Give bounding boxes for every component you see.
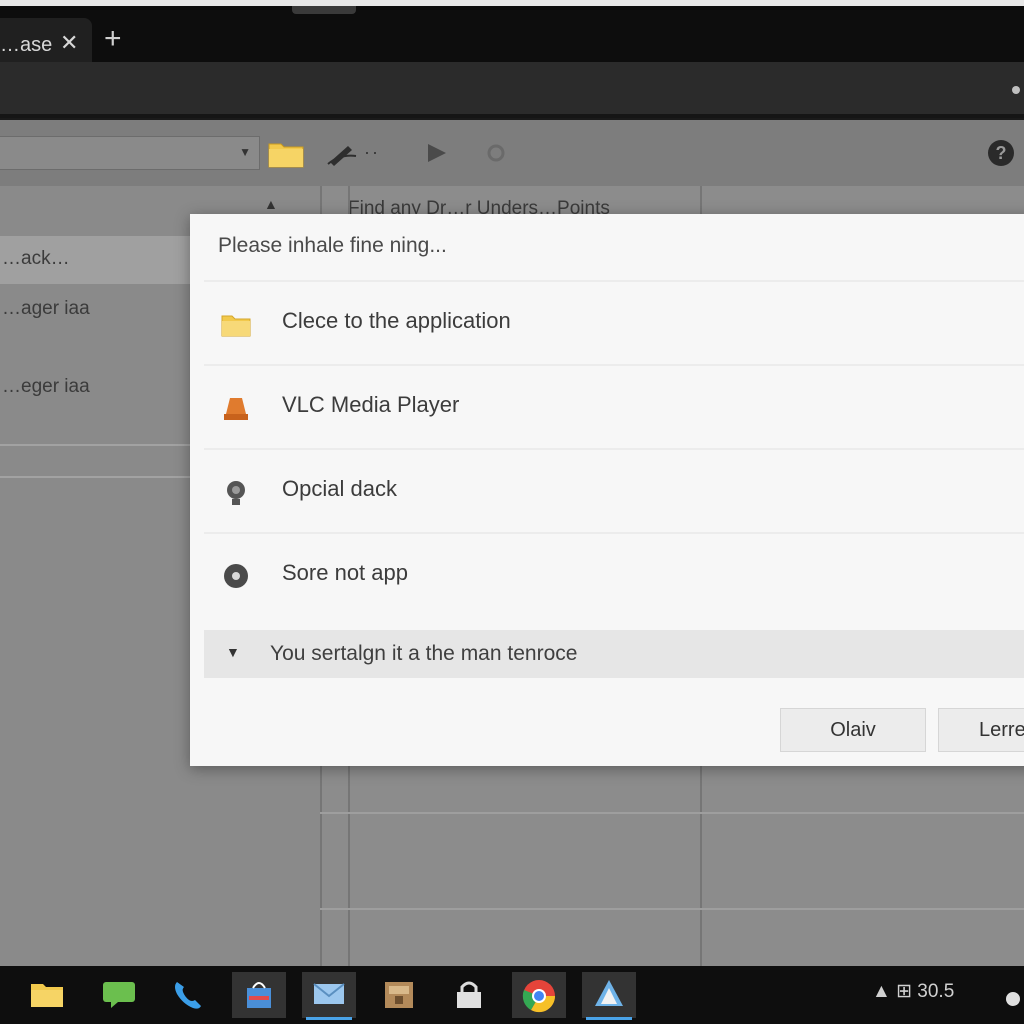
option-label: Sore not app: [282, 560, 408, 585]
option-row[interactable]: VLC Media Player: [204, 364, 1024, 448]
maps-icon[interactable]: [582, 972, 636, 1020]
help-icon[interactable]: ?: [988, 140, 1014, 166]
circle-icon: [224, 564, 248, 588]
sort-caret-icon[interactable]: ▲: [264, 196, 278, 212]
divider: [0, 444, 200, 446]
dialog-title: Please inhale fine ning...: [218, 234, 447, 257]
option-label: VLC Media Player: [282, 392, 460, 417]
browser-tab[interactable]: …ase ✕: [0, 18, 92, 68]
more-options-label: You sertalgn it a the man tenroce: [270, 642, 578, 665]
lock-icon[interactable]: [442, 972, 496, 1018]
phone-icon[interactable]: [162, 972, 216, 1018]
file-explorer-icon[interactable]: [20, 972, 74, 1018]
system-tray[interactable]: ▲ ⊞ 30.5: [872, 980, 954, 1003]
chat-icon[interactable]: [92, 972, 146, 1018]
notification-icon[interactable]: [1006, 992, 1020, 1006]
address-bar-area: [0, 62, 1024, 118]
play-icon[interactable]: [424, 138, 450, 168]
grid-line: [320, 908, 1024, 910]
open-with-dialog: Please inhale fine ning... Clece to the …: [190, 214, 1024, 766]
settings-icon[interactable]: [484, 138, 508, 168]
close-icon[interactable]: ✕: [60, 30, 78, 56]
active-indicator: [306, 1017, 352, 1020]
browser-tab-strip: …ase ✕ +: [0, 0, 1024, 68]
option-row[interactable]: Clece to the application: [204, 280, 1024, 364]
option-label: Clece to the application: [282, 308, 511, 333]
chevron-down-icon: ▼: [239, 145, 251, 159]
option-row[interactable]: Opcial dack: [204, 448, 1024, 532]
screen: …ase ✕ + ▼ ·· ? …ack… …ager iaa …eger ia…: [0, 0, 1024, 1024]
vlc-icon: [224, 398, 248, 420]
folder-icon: [221, 315, 251, 337]
mail-icon[interactable]: [302, 972, 356, 1020]
window-notch: [292, 6, 356, 14]
pen-icon[interactable]: [326, 138, 360, 168]
gear-icon: [227, 481, 245, 505]
option-row[interactable]: Sore not app: [204, 532, 1024, 616]
nav-item[interactable]: …ack…: [0, 248, 200, 270]
chevron-down-icon: ▼: [226, 644, 240, 660]
active-indicator: [586, 1017, 632, 1020]
archive-icon[interactable]: [372, 972, 426, 1018]
more-options-row[interactable]: ▼ You sertalgn it a the man tenroce: [204, 630, 1024, 678]
folder-icon[interactable]: [268, 138, 304, 168]
store-icon[interactable]: [232, 972, 286, 1018]
divider: [0, 476, 200, 478]
option-label: Opcial dack: [282, 476, 397, 501]
more-icon[interactable]: ··: [364, 142, 380, 163]
chrome-icon[interactable]: [512, 972, 566, 1018]
nav-item[interactable]: …eger iaa: [0, 376, 200, 398]
tab-title: …ase: [0, 34, 53, 56]
ok-button[interactable]: Olaiv: [780, 708, 926, 752]
grid-line: [320, 812, 1024, 814]
nav-item[interactable]: …ager iaa: [0, 298, 200, 320]
taskbar: [0, 966, 1024, 1024]
path-dropdown[interactable]: ▼: [0, 136, 260, 170]
new-tab-button[interactable]: +: [104, 24, 122, 54]
cancel-button[interactable]: Lerre: [938, 708, 1024, 752]
menu-dot-icon[interactable]: [1012, 86, 1020, 94]
explorer-toolbar: ▼ ··: [0, 120, 1024, 186]
